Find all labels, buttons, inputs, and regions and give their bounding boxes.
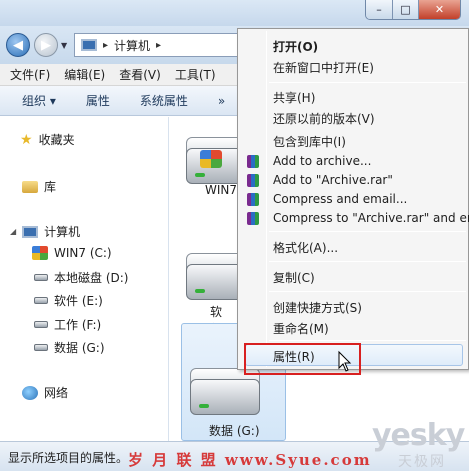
menu-item-create-shortcut[interactable]: 创建快捷方式(S) — [273, 299, 362, 316]
title-bar: – □ ✕ — [0, 0, 469, 26]
forward-button[interactable]: ▶ — [34, 33, 58, 57]
navigation-pane: ★ 收藏夹 库 ◢ 计算机 WIN7 (C:) 本地磁盘 (D:) 软件 (E:… — [0, 117, 169, 441]
organize-button[interactable]: 组织 ▾ — [22, 92, 56, 109]
nav-drive-label: 工作 (F:) — [54, 318, 102, 332]
menu-view[interactable]: 查看(V) — [119, 66, 161, 83]
nav-library[interactable]: 库 — [22, 178, 56, 195]
nav-library-label: 库 — [44, 180, 57, 194]
drive-icon — [34, 321, 48, 328]
menu-item-add-to-archive-rar[interactable]: Add to "Archive.rar" — [273, 173, 393, 187]
menu-separator — [269, 291, 466, 292]
context-menu: 打开(O) 在新窗口中打开(E) 共享(H) 还原以前的版本(V) 包含到库中(… — [237, 28, 469, 370]
system-properties-button[interactable]: 系统属性 — [140, 92, 188, 109]
watermark-text: 岁 月 联 盟 www.Syue.com — [128, 451, 372, 469]
winrar-icon — [247, 193, 259, 206]
network-icon — [22, 385, 38, 400]
nav-drive-label: 数据 (G:) — [54, 341, 105, 355]
nav-network-label: 网络 — [44, 386, 69, 400]
nav-drive-label: 本地磁盘 (D:) — [54, 271, 129, 285]
yesky-logo-cn: 天极网 — [398, 454, 446, 470]
status-text: 显示所选项目的属性。 — [8, 451, 129, 465]
winrar-icon — [247, 174, 259, 187]
close-button[interactable]: ✕ — [418, 0, 460, 19]
menu-separator — [269, 261, 466, 262]
tile-label: 数据 (G:) — [209, 424, 260, 438]
menu-separator — [269, 340, 466, 341]
tile-label: WIN7 — [205, 183, 238, 197]
windows-drive-icon — [32, 246, 48, 260]
breadcrumb-separator-icon[interactable]: ▸ — [103, 40, 108, 51]
menu-item-restore-versions[interactable]: 还原以前的版本(V) — [273, 110, 375, 127]
nav-drive-label: 软件 (E:) — [54, 294, 103, 308]
expand-icon[interactable]: ◢ — [10, 227, 16, 236]
maximize-button[interactable]: □ — [392, 0, 418, 19]
drive-icon — [34, 297, 48, 304]
nav-computer[interactable]: ◢ 计算机 — [10, 223, 80, 240]
yesky-logo: yesky — [372, 418, 465, 453]
nav-favorites-label: 收藏夹 — [38, 133, 75, 147]
menu-item-copy[interactable]: 复制(C) — [273, 269, 315, 286]
star-icon: ★ — [20, 131, 33, 148]
library-icon — [22, 180, 38, 193]
nav-drive-d[interactable]: 本地磁盘 (D:) — [34, 269, 128, 286]
nav-drive-f[interactable]: 工作 (F:) — [34, 316, 101, 333]
menu-separator — [269, 82, 466, 83]
back-button[interactable]: ◀ — [6, 33, 30, 57]
nav-network[interactable]: 网络 — [22, 384, 68, 401]
menu-gutter — [266, 31, 267, 367]
computer-icon — [22, 225, 39, 238]
nav-computer-label: 计算机 — [44, 225, 81, 239]
drive-icon — [34, 344, 48, 351]
computer-icon — [81, 39, 97, 51]
winrar-icon — [247, 155, 259, 168]
menu-file[interactable]: 文件(F) — [10, 66, 50, 83]
menu-item-rename[interactable]: 重命名(M) — [273, 320, 329, 337]
nav-drive-c[interactable]: WIN7 (C:) — [32, 246, 112, 260]
menu-tools[interactable]: 工具(T) — [175, 66, 216, 83]
breadcrumb-separator-icon[interactable]: ▸ — [156, 40, 161, 51]
more-commands-button[interactable]: » — [218, 94, 225, 108]
drive-icon — [34, 274, 48, 281]
menu-item-format[interactable]: 格式化(A)... — [273, 239, 338, 256]
menu-item-open[interactable]: 打开(O) — [273, 38, 318, 55]
menu-item-include-in-library[interactable]: 包含到库中(I) — [273, 133, 346, 150]
breadcrumb-computer[interactable]: 计算机 — [114, 37, 150, 54]
minimize-button[interactable]: – — [366, 0, 392, 19]
nav-drive-g[interactable]: 数据 (G:) — [34, 339, 105, 356]
menu-item-compress-email[interactable]: Compress and email... — [273, 192, 407, 206]
address-bar[interactable]: ▸ 计算机 ▸ — [74, 33, 254, 57]
drive-icon — [190, 379, 260, 415]
window-controls: – □ ✕ — [365, 0, 461, 20]
menu-separator — [269, 231, 466, 232]
nav-drive-label: WIN7 (C:) — [54, 246, 112, 260]
menu-item-add-to-archive[interactable]: Add to archive... — [273, 154, 371, 168]
winrar-icon — [247, 212, 259, 225]
mouse-cursor-icon — [338, 350, 352, 372]
nav-favorites[interactable]: ★ 收藏夹 — [20, 131, 75, 148]
menu-item-compress-rar-email[interactable]: Compress to "Archive.rar" and em — [273, 211, 469, 225]
windows-logo-icon — [200, 150, 222, 168]
properties-button[interactable]: 属性 — [86, 92, 110, 109]
menu-item-open-new-window[interactable]: 在新窗口中打开(E) — [273, 59, 374, 76]
menu-item-share[interactable]: 共享(H) — [273, 89, 315, 106]
recent-pages-dropdown[interactable]: ▼ — [61, 41, 67, 50]
menu-edit[interactable]: 编辑(E) — [64, 66, 105, 83]
nav-drive-e[interactable]: 软件 (E:) — [34, 292, 103, 309]
